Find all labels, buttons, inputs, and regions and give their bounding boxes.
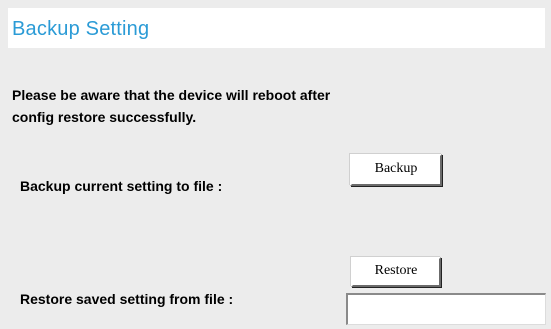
backup-setting-page: Backup Setting Please be aware that the … bbox=[0, 0, 551, 329]
restore-file-input[interactable] bbox=[346, 293, 546, 325]
backup-button[interactable]: Backup bbox=[350, 154, 442, 186]
title-bar: Backup Setting bbox=[8, 8, 545, 48]
notice-line-1: Please be aware that the device will reb… bbox=[12, 87, 331, 103]
restore-label: Restore saved setting from file : bbox=[20, 291, 234, 307]
backup-label: Backup current setting to file : bbox=[20, 178, 223, 194]
reboot-notice: Please be aware that the device will reb… bbox=[12, 84, 482, 128]
notice-line-2: config restore successfully. bbox=[12, 109, 197, 125]
restore-button[interactable]: Restore bbox=[351, 257, 441, 287]
page-title: Backup Setting bbox=[12, 18, 150, 40]
